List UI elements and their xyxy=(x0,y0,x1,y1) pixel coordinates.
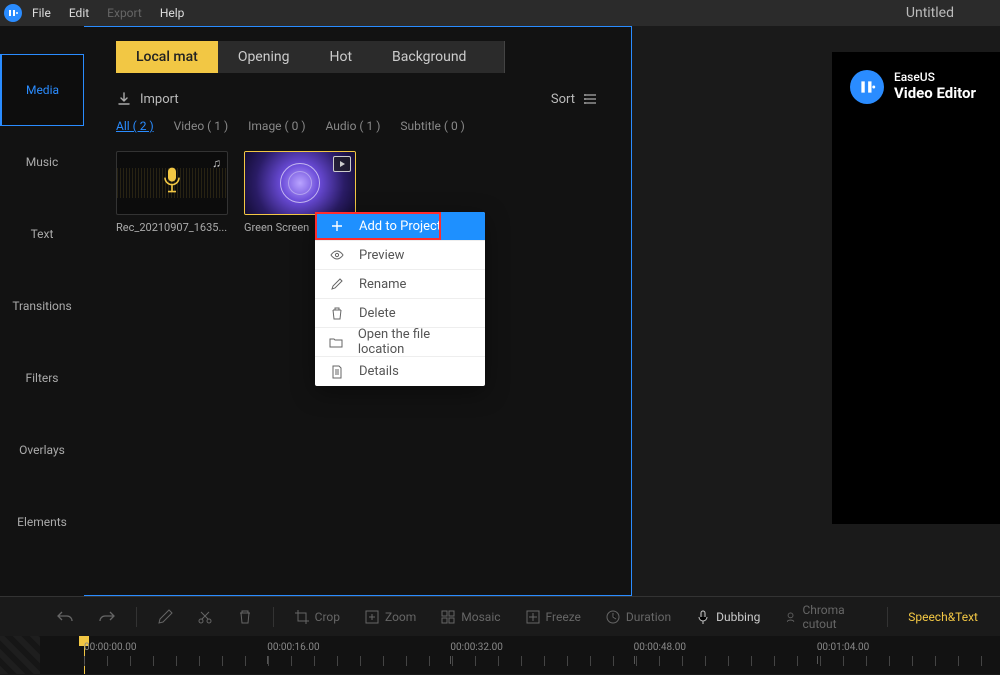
pencil-icon xyxy=(329,277,345,291)
sort-button[interactable]: Sort xyxy=(551,91,599,107)
plus-icon xyxy=(329,219,345,233)
mosaic-button[interactable]: Mosaic xyxy=(432,609,508,625)
filter-image[interactable]: Image ( 0 ) xyxy=(248,119,305,133)
app-logo-icon xyxy=(4,4,22,22)
microphone-icon xyxy=(160,166,184,196)
undo-button[interactable] xyxy=(48,608,82,626)
music-note-icon: ♫ xyxy=(212,156,221,170)
filter-audio[interactable]: Audio ( 1 ) xyxy=(326,119,381,133)
trash-icon xyxy=(329,306,345,320)
sidebar-item-filters[interactable]: Filters xyxy=(0,342,84,414)
sidebar: Media Music Text Transitions Filters Ove… xyxy=(0,26,84,596)
sidebar-item-media[interactable]: Media xyxy=(0,54,84,126)
dubbing-button[interactable]: Dubbing xyxy=(687,609,768,625)
main-area: Media Music Text Transitions Filters Ove… xyxy=(0,26,1000,596)
timeline-tick: 00:01:04.00 xyxy=(817,642,1000,653)
preview-canvas xyxy=(832,52,1000,524)
timeline-tick: 00:00:16.00 xyxy=(267,642,450,653)
import-label: Import xyxy=(140,92,179,107)
split-button[interactable] xyxy=(189,609,221,625)
media-item-caption: Rec_20210907_1635... xyxy=(116,221,228,234)
menu-file[interactable]: File xyxy=(32,6,51,20)
sort-label: Sort xyxy=(551,92,575,107)
ctx-delete[interactable]: Delete xyxy=(315,299,485,328)
menu-help[interactable]: Help xyxy=(160,6,185,20)
ctx-rename[interactable]: Rename xyxy=(315,270,485,299)
timeline-tick: 00:00:48.00 xyxy=(634,642,817,653)
tab-opening[interactable]: Opening xyxy=(218,41,310,73)
edit-toolbar: Crop Zoom Mosaic Freeze Duration Dubbing… xyxy=(0,596,1000,636)
ctx-add-to-project[interactable]: Add to Project xyxy=(315,212,485,241)
window-title: Untitled xyxy=(906,5,954,21)
freeze-button[interactable]: Freeze xyxy=(517,609,589,625)
sidebar-item-transitions[interactable]: Transitions xyxy=(0,270,84,342)
document-icon xyxy=(329,365,345,379)
sidebar-item-elements[interactable]: Elements xyxy=(0,486,84,558)
ctx-details[interactable]: Details xyxy=(315,357,485,386)
filter-subtitle[interactable]: Subtitle ( 0 ) xyxy=(400,119,465,133)
tab-hot[interactable]: Hot xyxy=(309,41,372,73)
timeline-tick: 00:00:32.00 xyxy=(450,642,633,653)
menu-edit[interactable]: Edit xyxy=(69,6,89,20)
folder-icon xyxy=(329,335,344,349)
tab-background[interactable]: Background xyxy=(372,41,505,73)
eye-icon xyxy=(329,248,345,262)
delete-button[interactable] xyxy=(229,609,261,625)
timeline-track-header xyxy=(0,636,40,674)
context-menu: Add to Project Preview Rename Delete Ope… xyxy=(315,212,485,386)
zoom-button[interactable]: Zoom xyxy=(356,609,424,625)
import-button[interactable]: Import xyxy=(116,91,179,107)
chroma-button[interactable]: Chroma cutout xyxy=(776,603,875,631)
sidebar-item-music[interactable]: Music xyxy=(0,126,84,198)
brand-line2: Video Editor xyxy=(894,85,976,102)
brand-logo-icon xyxy=(850,70,884,104)
timeline[interactable]: 00:00:00.00 00:00:16.00 00:00:32.00 00:0… xyxy=(0,636,1000,674)
menu-export[interactable]: Export xyxy=(107,6,142,20)
filter-all[interactable]: All ( 2 ) xyxy=(116,119,154,133)
menubar: File Edit Export Help Untitled xyxy=(0,0,1000,26)
speech-text-button[interactable]: Speech&Text xyxy=(900,610,986,624)
duration-button[interactable]: Duration xyxy=(597,609,679,625)
media-filter-row: All ( 2 ) Video ( 1 ) Image ( 0 ) Audio … xyxy=(116,119,631,133)
sort-icon xyxy=(583,91,599,107)
crop-button[interactable]: Crop xyxy=(286,609,348,625)
sidebar-item-text[interactable]: Text xyxy=(0,198,84,270)
redo-button[interactable] xyxy=(90,608,124,626)
video-icon xyxy=(333,156,351,172)
brand-line1: EaseUS xyxy=(894,71,976,85)
filter-video[interactable]: Video ( 1 ) xyxy=(174,119,229,133)
ctx-preview[interactable]: Preview xyxy=(315,241,485,270)
ctx-open-location[interactable]: Open the file location xyxy=(315,328,485,357)
brand-watermark: EaseUS Video Editor xyxy=(850,70,976,104)
tab-local[interactable]: Local mat xyxy=(116,41,218,73)
timeline-tick: 00:00:00.00 xyxy=(84,642,267,653)
source-tabs: Local mat Opening Hot Background xyxy=(116,41,631,73)
pencil-button[interactable] xyxy=(149,609,181,625)
sidebar-item-overlays[interactable]: Overlays xyxy=(0,414,84,486)
import-icon xyxy=(116,91,132,107)
preview-panel: EaseUS Video Editor Aspect ratio 16 : 9 xyxy=(632,26,1000,596)
media-item[interactable]: ♫ Rec_20210907_1635... xyxy=(116,151,228,234)
